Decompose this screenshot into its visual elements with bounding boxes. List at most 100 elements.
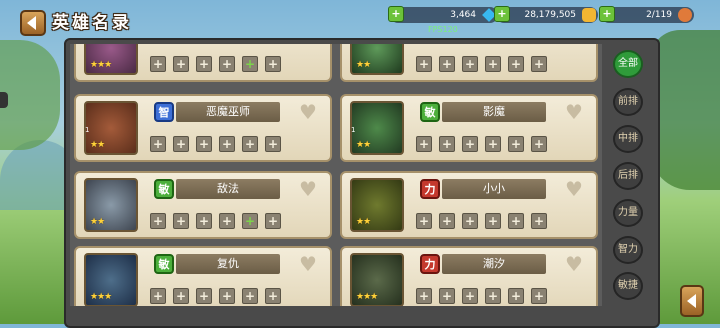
equipment-slot[interactable]: + [485,213,501,229]
equipment-slot[interactable]: + [462,136,478,152]
equipment-slot[interactable]: + [531,213,547,229]
equipment-slot[interactable]: + [416,56,432,72]
hero-stars: ★★ [90,217,105,227]
equipment-slot[interactable]: + [416,136,432,152]
heart-icon[interactable]: ♥ [562,179,586,199]
tab-middle-row[interactable]: 中排 [613,125,643,153]
equipment-slot[interactable]: + [219,288,235,304]
potion-icon [678,8,692,22]
heart-icon[interactable]: ♥ [562,102,586,122]
attribute-badge: 敏 [420,102,440,122]
equipment-slot[interactable]: + [196,288,212,304]
equipment-slot[interactable]: + [265,213,281,229]
heart-icon[interactable]: ♥ [296,254,320,274]
equipment-slot[interactable]: + [150,56,166,72]
equipment-slot[interactable]: + [462,288,478,304]
equipment-slots: + + + + + + [416,56,547,72]
hero-card[interactable]: ★★ + + + + + + [340,44,598,82]
equipment-slot[interactable]: + [150,136,166,152]
hero-stars: ★★ [356,217,371,227]
hero-card[interactable]: ★★ 敏 敌法 ♥ + + + + + + [74,171,332,239]
equipment-slot[interactable]: + [531,288,547,304]
hero-name: 复仇 [176,254,280,274]
equipment-slot[interactable]: + [219,213,235,229]
back-button[interactable] [20,10,46,36]
equipment-slot[interactable]: + [196,136,212,152]
hero-name: 恶魔巫师 [176,102,280,122]
tab-intelligence[interactable]: 智力 [613,236,643,264]
diamond-value: 3,464 [450,10,476,20]
tab-back-row[interactable]: 后排 [613,162,643,190]
equipment-slot[interactable]: + [485,136,501,152]
equipment-slot[interactable]: + [508,213,524,229]
equipment-slot[interactable]: + [219,136,235,152]
equipment-slots: + + + + + + [150,213,281,229]
equipment-slot[interactable]: + [173,136,189,152]
attribute-badge: 智 [154,102,174,122]
add-diamond-button[interactable]: + [388,6,404,22]
equipment-slot[interactable]: + [531,56,547,72]
tab-front-row[interactable]: 前排 [613,88,643,116]
stamina-counter: + 2/119 [599,6,694,23]
equipment-slot[interactable]: + [196,56,212,72]
equipment-slot[interactable]: + [485,288,501,304]
tab-strength[interactable]: 力量 [613,199,643,227]
heart-icon[interactable]: ♥ [296,102,320,122]
equipment-slot[interactable]: + [150,213,166,229]
equipment-slot[interactable]: + [439,136,455,152]
equipment-slot[interactable]: + [462,56,478,72]
hero-stars: ★★ [90,140,105,150]
equipment-slots: + + + + + + [416,136,547,152]
equipment-slot[interactable]: + [485,56,501,72]
equipment-slot[interactable]: + [265,288,281,304]
equipment-slot[interactable]: + [439,213,455,229]
left-drawer-handle[interactable] [0,92,8,108]
attribute-badge: 力 [420,179,440,199]
equipment-slot[interactable]: + [242,213,258,229]
hero-list[interactable]: ★★★ + + + + + + ★★ + + + + + + 1 ★★ 智 恶魔巫师 ♥ + + + + +… [70,44,602,306]
hero-stars: ★★ [356,60,371,70]
equipment-slot[interactable]: + [462,213,478,229]
equipment-slot[interactable]: + [196,213,212,229]
equipment-slot[interactable]: + [173,288,189,304]
equipment-slot[interactable]: + [242,288,258,304]
page-title: 英雄名录 [52,13,132,33]
equipment-slot[interactable]: + [219,56,235,72]
equipment-slot[interactable]: + [242,56,258,72]
tab-all[interactable]: 全部 [613,50,643,78]
add-stamina-button[interactable]: + [599,6,615,22]
equipment-slot[interactable]: + [265,136,281,152]
equipment-slot[interactable]: + [265,56,281,72]
equipment-slots: + + + + + + [150,288,281,304]
equipment-slot[interactable]: + [173,56,189,72]
add-gold-button[interactable]: + [494,6,510,22]
hero-card[interactable]: 1 ★★ 敏 影魔 ♥ + + + + + + [340,94,598,162]
equipment-slot[interactable]: + [416,288,432,304]
equipment-slot[interactable]: + [439,56,455,72]
hero-card[interactable]: 1 ★★ 智 恶魔巫师 ♥ + + + + + + [74,94,332,162]
equipment-slot[interactable]: + [173,213,189,229]
equipment-slots: + + + + + + [416,288,547,304]
equipment-slots: + + + + + + [150,136,281,152]
hero-card[interactable]: ★★★ + + + + + + [74,44,332,82]
equipment-slot[interactable]: + [416,213,432,229]
equipment-slot[interactable]: + [508,288,524,304]
hero-card[interactable]: ★★★ 敏 复仇 ♥ + + + + + + [74,246,332,306]
tab-agility[interactable]: 敏捷 [613,272,643,300]
hero-card[interactable]: ★★★ 力 潮汐 ♥ + + + + + + [340,246,598,306]
equipment-slot[interactable]: + [439,288,455,304]
gold-icon [582,8,596,22]
hero-name: 影魔 [442,102,546,122]
equipment-slot[interactable]: + [508,56,524,72]
diamond-counter: + 3,464 [388,6,498,23]
heart-icon[interactable]: ♥ [562,254,586,274]
collapse-arrow-button[interactable] [680,285,704,317]
heart-icon[interactable]: ♥ [296,179,320,199]
equipment-slot[interactable]: + [150,288,166,304]
attribute-badge: 敏 [154,254,174,274]
hero-card[interactable]: ★★ 力 小小 ♥ + + + + + + [340,171,598,239]
equipment-slot[interactable]: + [508,136,524,152]
equipment-slot[interactable]: + [531,136,547,152]
gold-counter: + 28,179,505 [494,6,598,23]
equipment-slot[interactable]: + [242,136,258,152]
